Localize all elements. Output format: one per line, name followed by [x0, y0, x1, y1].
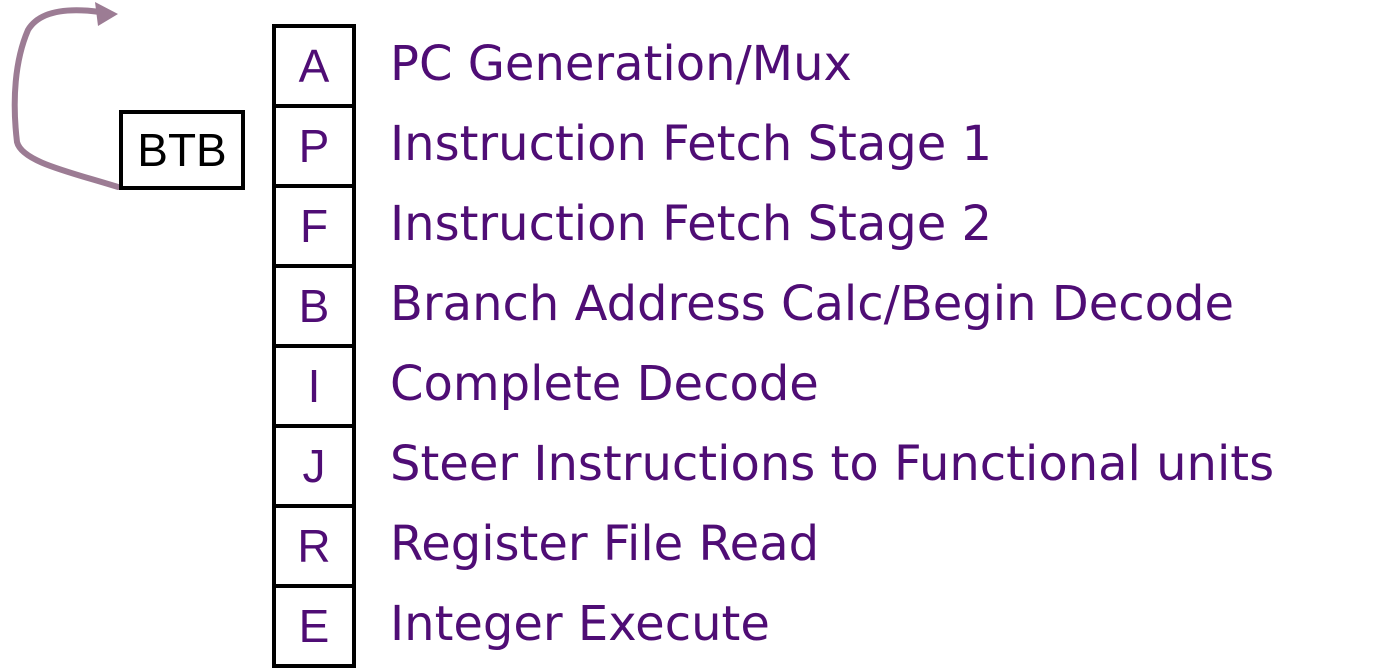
stage-letter: F — [272, 184, 356, 268]
stage-letter: B — [272, 264, 356, 348]
stage-row-r: R Register File Read — [272, 504, 1392, 588]
stage-letter: J — [272, 424, 356, 508]
pipeline-diagram: BTB A PC Generation/Mux P Instruction Fetch… — [0, 0, 1398, 668]
stage-letter: P — [272, 104, 356, 188]
stage-description: Complete Decode — [390, 356, 819, 412]
stage-description: Steer Instructions to Functional units — [390, 436, 1275, 492]
stage-letter: E — [272, 584, 356, 668]
stage-letter: R — [272, 504, 356, 588]
stage-description: Integer Execute — [390, 596, 770, 652]
stage-row-b: B Branch Address Calc/Begin Decode — [272, 264, 1392, 348]
stage-description: Instruction Fetch Stage 2 — [390, 196, 993, 252]
stage-description: Register File Read — [390, 516, 820, 572]
stage-row-a: A PC Generation/Mux — [272, 24, 1392, 108]
stage-description: PC Generation/Mux — [390, 36, 852, 92]
feedback-arrowhead — [95, 2, 118, 26]
stage-description: Instruction Fetch Stage 1 — [390, 116, 993, 172]
stage-row-j: J Steer Instructions to Functional units — [272, 424, 1392, 508]
stage-letter: I — [272, 344, 356, 428]
stage-row-e: E Integer Execute — [272, 584, 1392, 668]
btb-box: BTB — [119, 110, 245, 190]
stage-letter: A — [272, 24, 356, 108]
stage-row-i: I Complete Decode — [272, 344, 1392, 428]
stage-row-p: P Instruction Fetch Stage 1 — [272, 104, 1392, 188]
stage-row-f: F Instruction Fetch Stage 2 — [272, 184, 1392, 268]
stage-description: Branch Address Calc/Begin Decode — [390, 276, 1235, 332]
feedback-arrow-path — [11, 7, 121, 190]
